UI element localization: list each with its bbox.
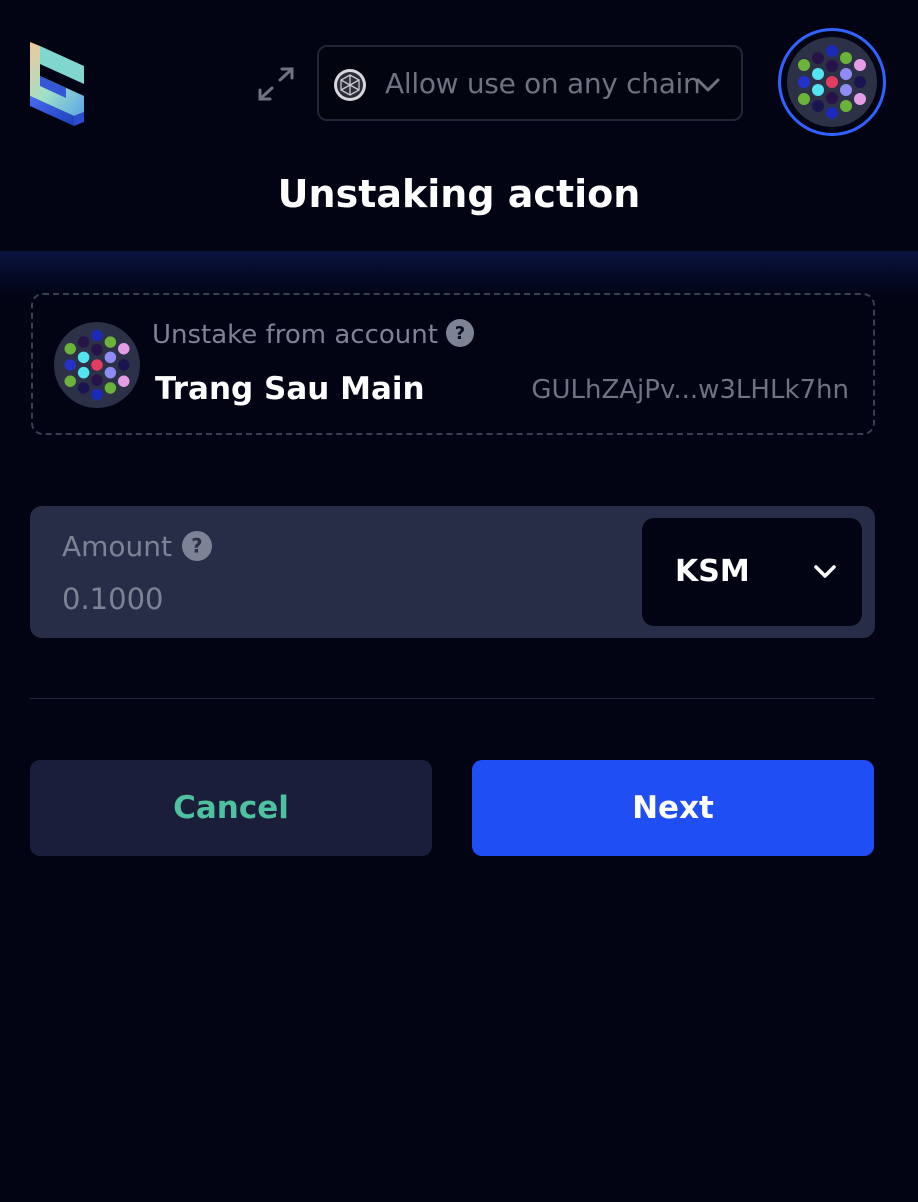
account-address: GULhZAjPv...w3LHLk7hn: [531, 375, 849, 405]
app-logo-icon: [30, 42, 84, 126]
chain-network-icon: [334, 69, 366, 101]
chevron-down-icon: [814, 565, 836, 578]
cancel-button[interactable]: Cancel: [30, 760, 432, 856]
account-name: Trang Sau Main: [155, 371, 425, 407]
next-button[interactable]: Next: [472, 760, 874, 856]
account-avatar-button[interactable]: [778, 28, 886, 136]
svg-text:?: ?: [191, 534, 202, 557]
account-label: Unstake from account: [152, 320, 438, 350]
help-icon[interactable]: ?: [182, 531, 213, 561]
amount-field[interactable]: 0.1000: [62, 582, 163, 616]
token-label: KSM: [675, 554, 750, 589]
amount-input-box[interactable]: Amount ? 0.1000 KSM: [30, 506, 875, 638]
expand-icon[interactable]: [256, 66, 296, 102]
chevron-down-icon: [696, 78, 720, 92]
divider: [30, 698, 875, 699]
page-title: Unstaking action: [277, 172, 641, 216]
account-identicon: [787, 37, 877, 127]
chain-selector[interactable]: Allow use on any chain: [317, 45, 743, 121]
chain-selector-label: Allow use on any chain: [385, 67, 701, 100]
svg-text:?: ?: [455, 323, 465, 344]
token-selector[interactable]: KSM: [642, 518, 862, 626]
amount-label-row: Amount ?: [62, 530, 213, 563]
amount-label: Amount: [62, 530, 173, 563]
account-identicon: [54, 322, 140, 408]
help-icon[interactable]: ?: [445, 319, 474, 347]
unstake-account-card[interactable]: Unstake from account ? Trang Sau Main GU…: [31, 293, 875, 435]
account-label-row: Unstake from account ?: [152, 319, 474, 350]
